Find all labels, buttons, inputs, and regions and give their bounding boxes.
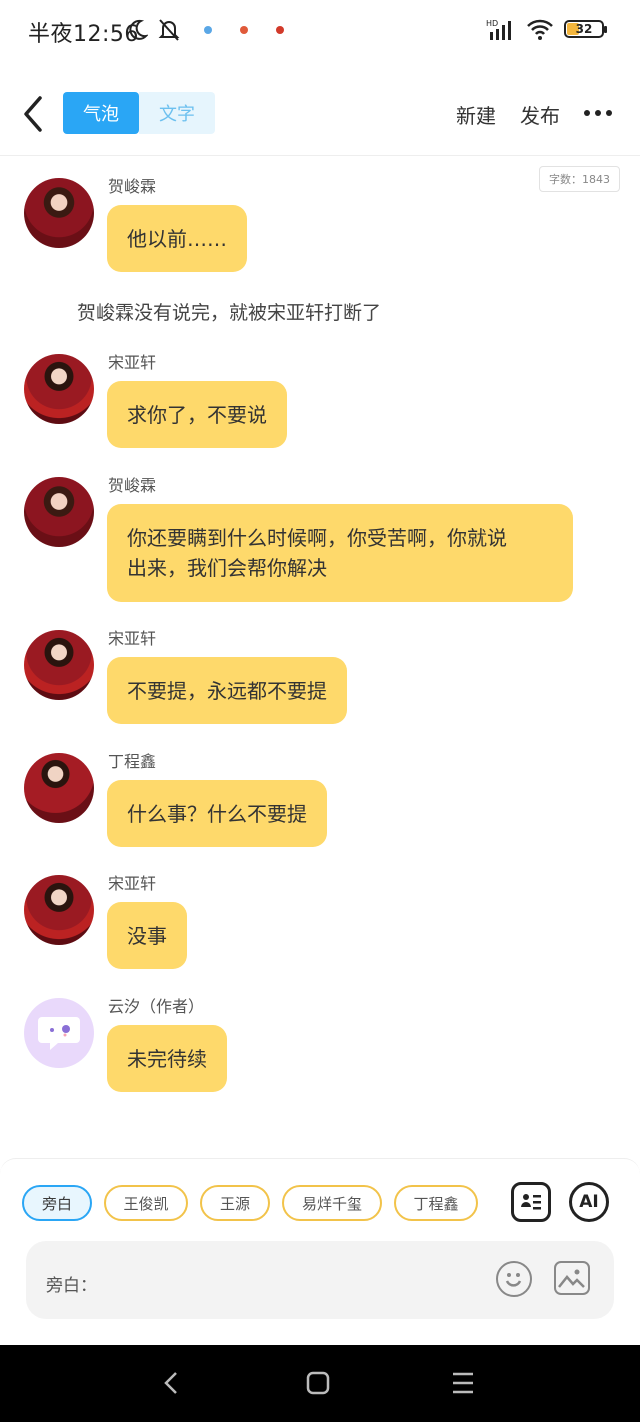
sender-name: 贺峻霖: [108, 177, 157, 196]
input-role-label: 旁白：: [46, 1276, 97, 1296]
narration-text[interactable]: 贺峻霖没有说完，就被宋亚轩打断了: [77, 298, 381, 325]
publish-button[interactable]: 发布: [520, 100, 560, 129]
bell-muted-icon: [158, 19, 180, 41]
avatar[interactable]: [24, 178, 94, 248]
avatar[interactable]: [24, 354, 94, 424]
battery-icon: 32: [564, 20, 607, 38]
notification-dot-icon: [204, 26, 212, 34]
ai-assistant-button[interactable]: AI: [569, 1182, 609, 1222]
emoji-icon[interactable]: [496, 1261, 532, 1297]
svg-text:HD: HD: [486, 19, 498, 28]
compose-input-box: 旁白：: [26, 1241, 614, 1319]
tab-bubble[interactable]: 气泡: [63, 92, 139, 134]
wifi-icon: [527, 19, 553, 40]
sender-name: 宋亚轩: [108, 353, 157, 372]
role-chips: 旁白 王俊凯 王源 易烊千玺 丁程鑫: [22, 1185, 478, 1221]
avatar[interactable]: [24, 998, 94, 1068]
nav-home-icon[interactable]: [305, 1369, 331, 1397]
nav-menu-icon[interactable]: [450, 1369, 476, 1397]
role-list-icon[interactable]: [511, 1182, 551, 1222]
status-bar: 半夜12:56 HD 32: [0, 0, 640, 60]
message-line: 你还要瞒到什么时候啊，你受苦啊，你就说: [127, 526, 507, 550]
more-icon[interactable]: [584, 110, 612, 116]
sender-name: 贺峻霖: [108, 476, 157, 495]
nav-back-icon[interactable]: [160, 1369, 182, 1397]
word-count: 字数：1843: [539, 166, 620, 192]
battery-level: 32: [575, 22, 593, 36]
status-icons-right: HD 32: [486, 18, 607, 40]
message-bubble[interactable]: 没事: [107, 902, 187, 969]
avatar[interactable]: [24, 875, 94, 945]
sender-name: 宋亚轩: [108, 629, 157, 648]
sender-name: 宋亚轩: [108, 874, 157, 893]
message-bubble[interactable]: 不要提，永远都不要提: [107, 657, 347, 724]
message-bubble[interactable]: 未完待续: [107, 1025, 227, 1092]
message-input[interactable]: [96, 1261, 476, 1301]
header: 气泡 文字 新建 发布: [0, 60, 640, 156]
avatar[interactable]: [24, 477, 94, 547]
view-mode-toggle: 气泡 文字: [63, 92, 215, 134]
role-chip[interactable]: 王俊凯: [104, 1185, 188, 1221]
role-chip[interactable]: 易烊千玺: [282, 1185, 382, 1221]
chat-bubble-icon: [38, 1017, 80, 1050]
signal-icon: HD: [486, 19, 511, 40]
message-bubble[interactable]: 他以前……: [107, 205, 247, 272]
image-icon[interactable]: [554, 1261, 590, 1295]
status-icons-left: [128, 18, 284, 42]
system-nav-bar: [0, 1345, 640, 1422]
notification-dot-icon: [240, 26, 248, 34]
message-bubble[interactable]: 什么事？什么不要提: [107, 780, 327, 847]
avatar[interactable]: [24, 753, 94, 823]
sender-name: 丁程鑫: [108, 752, 157, 771]
role-chip[interactable]: 王源: [200, 1185, 270, 1221]
tab-text[interactable]: 文字: [139, 92, 215, 134]
role-chip-narrator[interactable]: 旁白: [22, 1185, 92, 1221]
message-line: 出来，我们会帮你解决: [127, 556, 327, 580]
back-icon[interactable]: [18, 94, 48, 134]
message-bubble[interactable]: 你还要瞒到什么时候啊，你受苦啊，你就说 出来，我们会帮你解决: [107, 504, 573, 602]
compose-panel: 旁白 王俊凯 王源 易烊千玺 丁程鑫 AI 旁白：: [0, 1158, 640, 1345]
notification-dot-icon: [276, 26, 284, 34]
new-button[interactable]: 新建: [456, 100, 496, 129]
avatar[interactable]: [24, 630, 94, 700]
role-chip[interactable]: 丁程鑫: [394, 1185, 478, 1221]
moon-icon: [129, 19, 148, 40]
status-time: 半夜12:56: [28, 22, 139, 47]
sender-name: 云汐（作者）: [108, 997, 205, 1016]
message-bubble[interactable]: 求你了，不要说: [107, 381, 287, 448]
